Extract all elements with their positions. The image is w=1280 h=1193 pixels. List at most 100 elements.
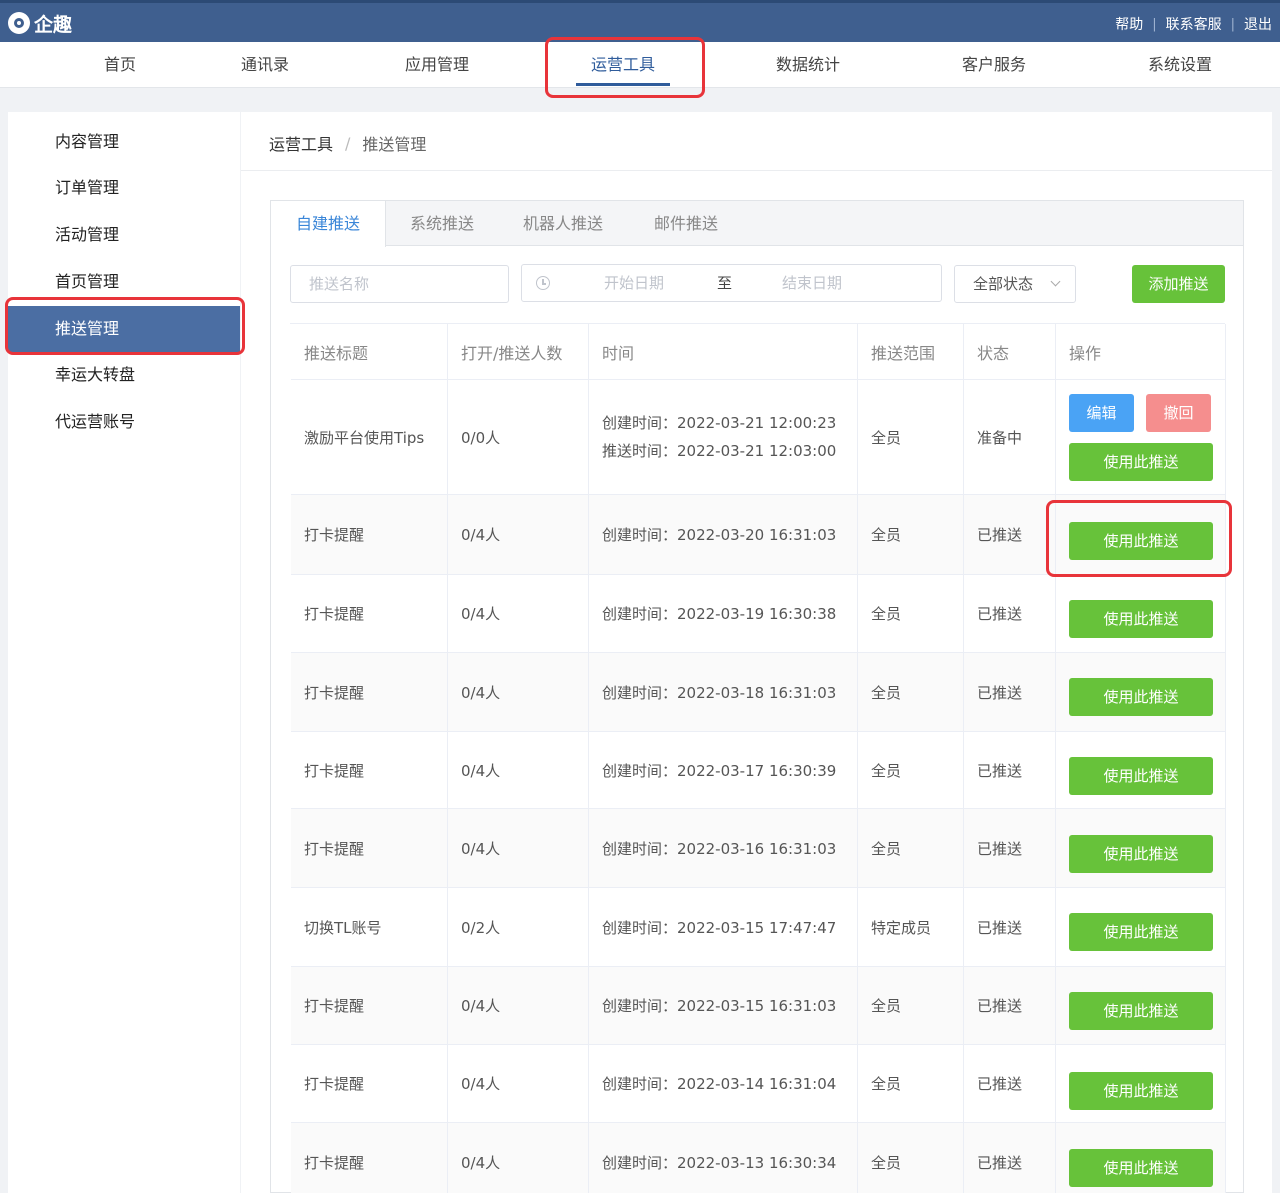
cell-scope: 全员: [858, 1045, 964, 1122]
top-bar: 企趣 帮助 | 联系客服 | 退出: [0, 0, 1280, 42]
cell-status: 已推送: [964, 888, 1056, 966]
cell-status: 已推送: [964, 967, 1056, 1044]
edit-button[interactable]: 编辑: [1069, 394, 1134, 432]
cell-count: 0/2人: [448, 888, 589, 966]
highlight-box-nav: [545, 37, 705, 98]
tab-system-push[interactable]: 系统推送: [391, 201, 493, 246]
nav-contacts[interactable]: 通讯录: [241, 42, 289, 88]
breadcrumb-separator: /: [345, 133, 351, 153]
cell-actions: 使用此推送: [1056, 575, 1226, 652]
column-header-scope: 推送范围: [858, 324, 964, 379]
cell-time: 创建时间：2022-03-15 17:47:47: [589, 888, 858, 966]
contact-support-link[interactable]: 联系客服: [1166, 14, 1222, 34]
cell-title: 打卡提醒: [291, 495, 448, 574]
column-header-count: 打开/推送人数: [448, 324, 589, 379]
start-date-input[interactable]: 开始日期: [604, 265, 664, 301]
nav-system-settings[interactable]: 系统设置: [1148, 42, 1212, 88]
table-row: 切换TL账号 0/2人 创建时间：2022-03-15 17:47:47 特定成…: [291, 888, 1226, 967]
tab-email-push[interactable]: 邮件推送: [635, 201, 737, 246]
sidebar-item-orders[interactable]: 订单管理: [8, 165, 240, 211]
cell-count: 0/4人: [448, 967, 589, 1044]
sidebar-item-proxy-account[interactable]: 代运营账号: [8, 399, 240, 445]
cell-time: 创建时间：2022-03-16 16:31:03: [589, 809, 858, 887]
use-push-button[interactable]: 使用此推送: [1069, 913, 1213, 951]
cell-title: 激励平台使用Tips: [291, 380, 448, 494]
column-header-status: 状态: [964, 324, 1056, 379]
tab-custom-push[interactable]: 自建推送: [271, 201, 386, 247]
cell-title: 打卡提醒: [291, 1123, 448, 1193]
nav-data-statistics[interactable]: 数据统计: [776, 42, 840, 88]
logout-link[interactable]: 退出: [1244, 14, 1272, 34]
column-header-actions: 操作: [1056, 324, 1226, 379]
column-header-time: 时间: [589, 324, 858, 379]
highlight-box-sidebar: [5, 297, 245, 355]
tab-bot-push[interactable]: 机器人推送: [509, 201, 617, 246]
cell-actions: 使用此推送: [1056, 809, 1226, 887]
table-row: 打卡提醒 0/4人 创建时间：2022-03-19 16:30:38 全员 已推…: [291, 575, 1226, 653]
cell-title: 打卡提醒: [291, 575, 448, 652]
help-link[interactable]: 帮助: [1115, 14, 1143, 34]
use-push-button[interactable]: 使用此推送: [1069, 678, 1213, 716]
cell-status: 已推送: [964, 732, 1056, 808]
use-push-button[interactable]: 使用此推送: [1069, 1072, 1213, 1110]
cell-scope: 全员: [858, 967, 964, 1044]
clock-icon: [536, 276, 550, 290]
sidebar-item-activities[interactable]: 活动管理: [8, 212, 240, 258]
use-push-button[interactable]: 使用此推送: [1069, 443, 1213, 481]
cell-status: 已推送: [964, 575, 1056, 652]
nav-app-management[interactable]: 应用管理: [405, 42, 469, 88]
cell-status: 已推送: [964, 653, 1056, 731]
created-time: 创建时间：2022-03-21 12:00:23: [602, 414, 837, 432]
cell-time: 创建时间：2022-03-15 16:31:03: [589, 967, 858, 1044]
breadcrumb: 运营工具 / 推送管理: [269, 131, 426, 155]
cell-count: 0/4人: [448, 495, 589, 574]
cell-status: 已推送: [964, 1045, 1056, 1122]
cell-scope: 全员: [858, 575, 964, 652]
status-select[interactable]: 全部状态: [954, 265, 1076, 303]
date-range-separator: 至: [717, 274, 733, 292]
nav-home[interactable]: 首页: [104, 42, 136, 88]
use-push-button[interactable]: 使用此推送: [1069, 600, 1213, 638]
cell-count: 0/4人: [448, 809, 589, 887]
cell-title: 切换TL账号: [291, 888, 448, 966]
sidebar-item-lucky-wheel[interactable]: 幸运大转盘: [8, 352, 240, 398]
logo[interactable]: 企趣: [8, 10, 72, 36]
cell-actions: 使用此推送: [1056, 732, 1226, 808]
end-date-input[interactable]: 结束日期: [782, 265, 842, 301]
use-push-button[interactable]: 使用此推送: [1069, 1149, 1213, 1187]
table-header-row: 推送标题 打开/推送人数 时间 推送范围 状态 操作: [291, 324, 1226, 380]
cell-count: 0/4人: [448, 575, 589, 652]
cell-time: 创建时间：2022-03-19 16:30:38: [589, 575, 858, 652]
cell-actions: 使用此推送: [1056, 1123, 1226, 1193]
cell-status: 已推送: [964, 495, 1056, 574]
date-range-picker[interactable]: 开始日期 至 结束日期: [521, 264, 942, 302]
sidebar: 内容管理 订单管理 活动管理 首页管理 推送管理 幸运大转盘 代运营账号: [8, 112, 240, 1193]
cell-time: 创建时间：2022-03-17 16:30:39: [589, 732, 858, 808]
breadcrumb-root[interactable]: 运营工具: [269, 131, 333, 155]
nav-customer-service[interactable]: 客户服务: [962, 42, 1026, 88]
table-row: 打卡提醒 0/4人 创建时间：2022-03-16 16:31:03 全员 已推…: [291, 809, 1226, 888]
add-push-button[interactable]: 添加推送: [1132, 265, 1225, 303]
cell-status: 已推送: [964, 1123, 1056, 1193]
sidebar-item-content[interactable]: 内容管理: [8, 119, 240, 165]
cell-count: 0/4人: [448, 732, 589, 808]
cell-title: 打卡提醒: [291, 653, 448, 731]
push-time: 推送时间：2022-03-21 12:03:00: [602, 442, 837, 460]
top-links: 帮助 | 联系客服 | 退出: [1115, 14, 1272, 34]
cell-title: 打卡提醒: [291, 809, 448, 887]
table-row: 激励平台使用Tips 0/0人 创建时间：2022-03-21 12:00:23…: [291, 380, 1226, 495]
cell-actions: 使用此推送: [1056, 653, 1226, 731]
revoke-button[interactable]: 撤回: [1146, 394, 1211, 432]
table-row: 打卡提醒 0/4人 创建时间：2022-03-18 16:31:03 全员 已推…: [291, 653, 1226, 732]
highlight-box-use-push: [1046, 500, 1232, 577]
logo-icon: [8, 12, 30, 34]
push-card: 自建推送 系统推送 机器人推送 邮件推送 推送名称 开始日期 至 结束日期 全部…: [270, 200, 1244, 1193]
use-push-button[interactable]: 使用此推送: [1069, 835, 1213, 873]
table-row: 打卡提醒 0/4人 创建时间：2022-03-14 16:31:04 全员 已推…: [291, 1045, 1226, 1123]
cell-time: 创建时间：2022-03-13 16:30:34: [589, 1123, 858, 1193]
cell-scope: 全员: [858, 380, 964, 494]
push-name-input[interactable]: 推送名称: [290, 265, 509, 303]
cell-scope: 全员: [858, 1123, 964, 1193]
use-push-button[interactable]: 使用此推送: [1069, 992, 1213, 1030]
use-push-button[interactable]: 使用此推送: [1069, 757, 1213, 795]
